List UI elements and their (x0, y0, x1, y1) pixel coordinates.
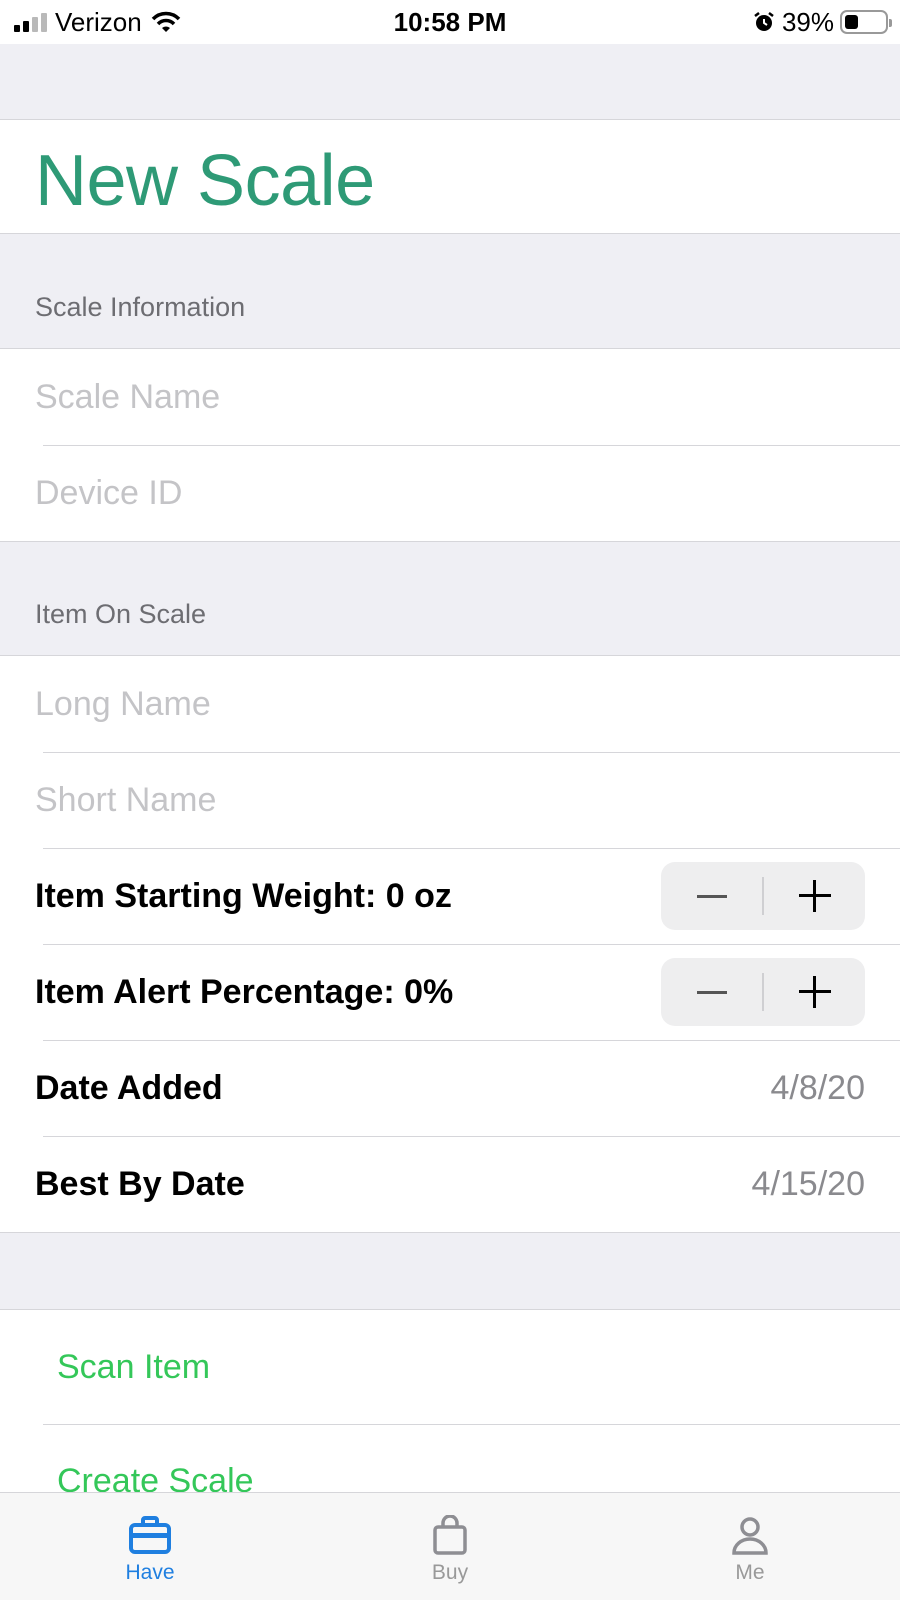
tab-me-label: Me (735, 1561, 765, 1584)
alert-percentage-decrement-button[interactable] (661, 958, 762, 1026)
alert-percentage-increment-button[interactable] (764, 958, 865, 1026)
starting-weight-row: Item Starting Weight: 0 oz (0, 848, 900, 944)
section-header-item-on-scale: Item On Scale (35, 599, 207, 629)
scale-information-group: Scale Name Device ID (0, 348, 900, 542)
scan-item-label: Scan Item (57, 1347, 211, 1386)
title-block: New Scale (0, 119, 900, 234)
alert-percentage-label: Item Alert Percentage: 0% (35, 972, 454, 1011)
alarm-icon (754, 12, 774, 31)
person-icon (732, 1517, 768, 1555)
starting-weight-label: Item Starting Weight: 0 oz (35, 876, 452, 915)
best-by-date-value: 4/15/20 (751, 1164, 865, 1203)
bag-icon (433, 1515, 467, 1555)
scale-name-field[interactable]: Scale Name (0, 349, 900, 445)
battery-percentage: 39% (781, 7, 834, 37)
section-header-scale-information: Scale Information (35, 292, 246, 322)
date-added-row[interactable]: Date Added 4/8/20 (0, 1040, 900, 1136)
starting-weight-decrement-button[interactable] (661, 862, 762, 930)
short-name-field[interactable]: Short Name (0, 752, 900, 848)
starting-weight-stepper (661, 862, 865, 930)
best-by-date-label: Best By Date (35, 1164, 245, 1203)
scan-item-button[interactable]: Scan Item (0, 1310, 900, 1424)
briefcase-icon (129, 1516, 171, 1554)
alert-percentage-stepper (661, 958, 865, 1026)
page-title: New Scale (35, 141, 375, 221)
status-bar: Verizon 10:58 PM 39% (0, 0, 900, 44)
item-on-scale-group: Long Name Short Name Item Starting Weigh… (0, 655, 900, 1233)
actions-group: Scan Item Create Scale (0, 1309, 900, 1509)
alert-percentage-row: Item Alert Percentage: 0% (0, 944, 900, 1040)
long-name-placeholder: Long Name (35, 684, 211, 723)
minus-icon (696, 894, 727, 898)
plus-icon (798, 976, 831, 1008)
tab-have[interactable]: Have (0, 1493, 300, 1600)
minus-icon (696, 990, 727, 994)
long-name-field[interactable]: Long Name (0, 656, 900, 752)
best-by-date-row[interactable]: Best By Date 4/15/20 (0, 1136, 900, 1232)
device-id-field[interactable]: Device ID (0, 445, 900, 541)
plus-icon (798, 880, 831, 912)
tab-me[interactable]: Me (600, 1493, 900, 1600)
starting-weight-increment-button[interactable] (764, 862, 865, 930)
tab-buy[interactable]: Buy (300, 1493, 600, 1600)
short-name-placeholder: Short Name (35, 780, 217, 819)
tab-bar: Have Buy Me (0, 1492, 900, 1600)
battery-icon (840, 10, 892, 34)
scale-name-placeholder: Scale Name (35, 377, 221, 416)
date-added-label: Date Added (35, 1068, 223, 1107)
device-id-placeholder: Device ID (35, 473, 183, 512)
date-added-value: 4/8/20 (770, 1068, 865, 1107)
tab-buy-label: Buy (431, 1561, 469, 1584)
tab-have-label: Have (125, 1561, 175, 1584)
